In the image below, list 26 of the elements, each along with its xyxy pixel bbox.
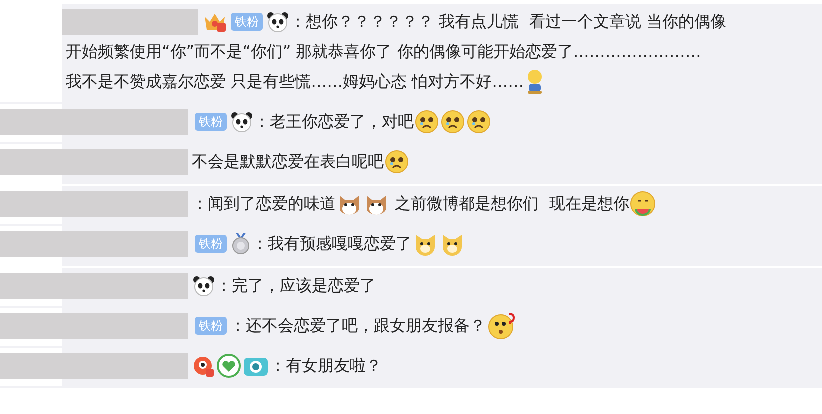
comment-text: ：有女朋友啦？: [270, 355, 382, 377]
comment-text: ：老王你恋爱了，对吧: [254, 111, 414, 133]
panda-icon: [267, 11, 289, 33]
puzzled-face-icon: [487, 311, 517, 341]
comment-text: ：闻到了恋爱的味道: [192, 193, 336, 215]
comment-text: ：完了，应该是恋爱了: [216, 275, 376, 297]
crying-face-icon: [415, 110, 439, 134]
crying-face-icon: [441, 110, 465, 134]
medal-icon: [231, 233, 251, 255]
fan-badge: 铁粉: [231, 13, 263, 31]
comment-text: 我不是不赞成嘉尔恋爱 只是有些慌……姆妈心态 怕对方不好……: [66, 71, 524, 93]
fan-badge: 铁粉: [195, 113, 227, 131]
fan-badge: 铁粉: [195, 235, 227, 253]
comment-text: ：还不会恋爱了吧，跟女朋友报备？: [230, 315, 486, 337]
fan-badge: 铁粉: [195, 317, 227, 335]
comment-text: 不会是默默恋爱在表白呢吧: [192, 151, 384, 173]
comment-text: ：我有预感嘎嘎恋爱了: [252, 233, 412, 255]
comment-text: ：想你？？？？？？ 我有点儿慌 看过一个文章说 当你的偶像: [290, 11, 726, 33]
panda-icon: [193, 275, 215, 297]
comment-text: 之前微博都是想你们 现在是想你: [394, 193, 630, 215]
bird-level-icon: [193, 354, 215, 378]
face-eating-melon-icon: [630, 191, 656, 217]
crying-face-icon: [467, 110, 491, 134]
panda-icon: [231, 111, 253, 133]
crying-face-icon: [385, 150, 409, 174]
comment-text: 开始频繁使用“你”而不是“你们” 那就恭喜你了 你的偶像可能开始恋爱了……………………: [66, 41, 702, 63]
